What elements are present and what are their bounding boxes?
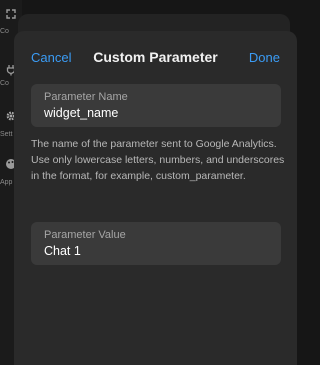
parameter-value-field[interactable]: Parameter Value Chat 1 — [31, 222, 281, 265]
sidebar-label: Sett — [0, 131, 13, 138]
custom-parameter-sheet: Cancel Custom Parameter Done Parameter N… — [14, 31, 297, 365]
done-button[interactable]: Done — [249, 50, 280, 65]
parameter-name-input[interactable]: widget_name — [44, 106, 118, 120]
navigation-bar: Cancel Custom Parameter Done — [14, 31, 297, 85]
sidebar-label: Co — [0, 80, 9, 87]
parameter-name-label: Parameter Name — [44, 91, 128, 103]
parameter-value-label: Parameter Value — [44, 229, 126, 241]
sidebar-label: Co — [0, 28, 9, 35]
parameter-name-help-text: The name of the parameter sent to Google… — [31, 138, 285, 182]
expand-icon — [6, 9, 16, 19]
parameter-name-field[interactable]: Parameter Name widget_name — [31, 84, 281, 127]
sidebar-label: App — [0, 179, 13, 186]
parameter-value-input[interactable]: Chat 1 — [44, 244, 81, 258]
